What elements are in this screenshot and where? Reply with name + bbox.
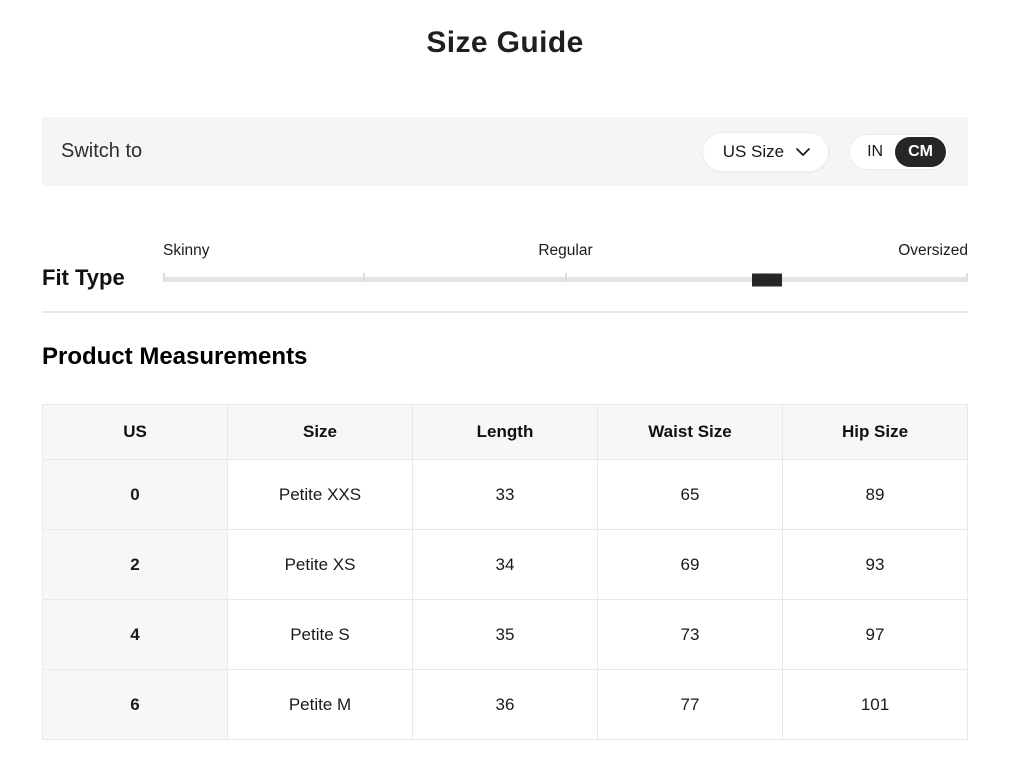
fit-type-slider-track[interactable] (163, 277, 968, 282)
table-cell: 77 (598, 670, 783, 740)
unit-toggle[interactable]: IN CM (849, 134, 949, 170)
unit-option-in[interactable]: IN (855, 137, 895, 167)
table-cell: Petite S (228, 600, 413, 670)
fit-option-skinny: Skinny (163, 242, 210, 260)
slider-tick (966, 273, 968, 282)
measurements-table: US Size Length Waist Size Hip Size 0 Pet… (42, 404, 968, 740)
fit-option-regular: Regular (538, 242, 592, 260)
fit-type-options: Skinny Regular Oversized (163, 242, 968, 260)
column-header-hip-size: Hip Size (783, 405, 968, 460)
table-cell: 2 (43, 530, 228, 600)
column-header-us: US (43, 405, 228, 460)
table-cell: 101 (783, 670, 968, 740)
size-guide-panel: Size Guide Switch to US Size IN CM Fit T… (0, 28, 1010, 740)
column-header-waist-size: Waist Size (598, 405, 783, 460)
table-cell: 6 (43, 670, 228, 740)
table-cell: 65 (598, 460, 783, 530)
slider-handle[interactable] (752, 273, 782, 286)
slider-tick (363, 273, 365, 282)
column-header-length: Length (413, 405, 598, 460)
table-row: 6 Petite M 36 77 101 (43, 670, 968, 740)
table-header-row: US Size Length Waist Size Hip Size (43, 405, 968, 460)
switch-bar: Switch to US Size IN CM (42, 117, 968, 186)
table-row: 0 Petite XXS 33 65 89 (43, 460, 968, 530)
chevron-down-icon (796, 148, 810, 156)
table-cell: 4 (43, 600, 228, 670)
table-cell: 69 (598, 530, 783, 600)
size-standard-value: US Size (723, 142, 784, 162)
fit-type-slider-area: Skinny Regular Oversized (163, 242, 968, 282)
table-row: 2 Petite XS 34 69 93 (43, 530, 968, 600)
page-title: Size Guide (42, 28, 968, 58)
table-cell: Petite XXS (228, 460, 413, 530)
unit-option-cm[interactable]: CM (895, 137, 946, 167)
table-cell: 35 (413, 600, 598, 670)
fit-option-oversized: Oversized (898, 242, 968, 260)
fit-type-label: Fit Type (42, 267, 163, 289)
table-cell: 73 (598, 600, 783, 670)
table-cell: 93 (783, 530, 968, 600)
measurements-title: Product Measurements (42, 344, 968, 370)
table-cell: 36 (413, 670, 598, 740)
column-header-size: Size (228, 405, 413, 460)
table-cell: Petite M (228, 670, 413, 740)
switch-controls: US Size IN CM (702, 132, 949, 172)
table-cell: 0 (43, 460, 228, 530)
size-standard-dropdown[interactable]: US Size (702, 132, 829, 172)
table-cell: 34 (413, 530, 598, 600)
table-row: 4 Petite S 35 73 97 (43, 600, 968, 670)
table-cell: 33 (413, 460, 598, 530)
table-cell: Petite XS (228, 530, 413, 600)
table-cell: 89 (783, 460, 968, 530)
switch-to-label: Switch to (61, 140, 142, 163)
fit-type-section: Fit Type Skinny Regular Oversized (42, 242, 968, 282)
section-divider (42, 311, 968, 313)
table-cell: 97 (783, 600, 968, 670)
slider-tick (565, 273, 567, 282)
slider-tick (163, 273, 165, 282)
